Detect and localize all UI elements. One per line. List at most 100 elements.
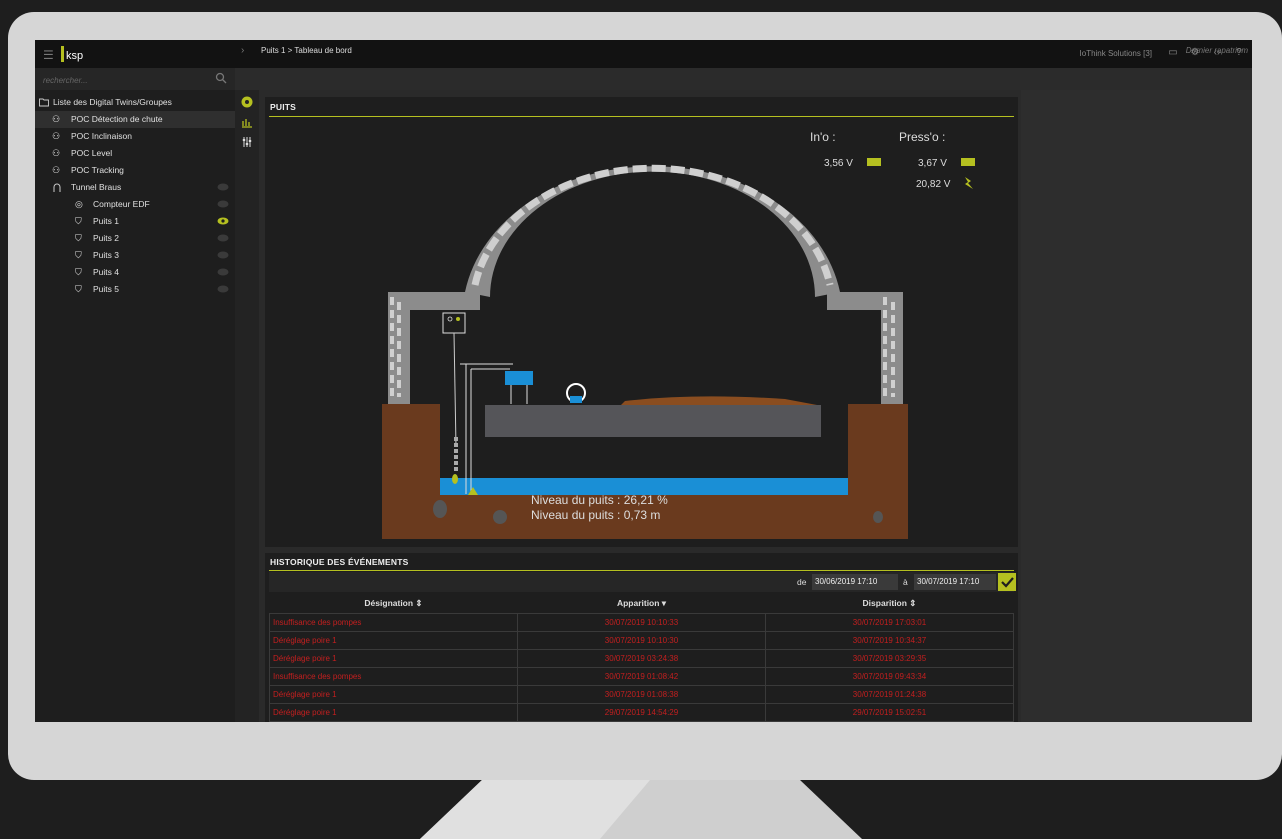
well-icon: ⛉ [75,267,82,277]
events-table: Désignation ⇕ Apparition ▾ Disparition ⇕… [269,593,1014,722]
event-apparition: 30/07/2019 01:08:38 [517,685,766,704]
presso-voltage: 3,67 V [918,158,947,169]
dashboard-icon[interactable] [241,96,253,108]
date-from-input[interactable]: 30/06/2019 17:10 [812,574,898,590]
event-apparition: 30/07/2019 01:08:42 [517,667,766,686]
level-meters-text: Niveau du puits : 0,73 m [531,508,660,522]
sidebar-item-label: POC Détection de chute [71,114,163,124]
tree-root[interactable]: Liste des Digital Twins/Groupes [35,94,235,111]
eye-icon[interactable] [217,251,229,259]
table-row[interactable]: Déréglage poire 1 30/07/2019 10:10:30 30… [269,631,1014,650]
event-disparition: 30/07/2019 17:03:01 [765,613,1014,632]
sidebar-item-label: Puits 1 [93,216,119,226]
event-designation: Insuffisance des pompes [269,613,518,632]
sidebar-item-label: Tunnel Braus [71,182,122,192]
meter-icon: ◎ [75,199,83,209]
chart-icon[interactable] [241,116,253,128]
well-icon: ⛉ [75,284,82,294]
eye-active-icon[interactable] [217,217,229,225]
date-to-label: à [903,577,908,587]
presso-power: 20,82 V [916,179,951,190]
sidebar-item-label: POC Tracking [71,165,124,175]
table-row[interactable]: Déréglage poire 1 30/07/2019 03:24:38 30… [269,649,1014,668]
right-pane [1021,90,1252,722]
column-disparition[interactable]: Disparition ⇕ [765,593,1014,614]
sidebar: Liste des Digital Twins/Groupes ⚇ POC Dé… [35,90,235,722]
date-filter-bar: de 30/06/2019 17:10 à 30/07/2019 17:10 [269,572,1016,592]
view-rail [235,90,259,722]
sidebar-item-compteur-edf[interactable]: ◎ Compteur EDF [35,196,235,213]
group-icon: ⚇ [52,148,61,158]
svg-text:ksp: ksp [66,50,83,62]
inio-label: In'o : [810,130,836,144]
organization-label[interactable]: IoThink Solutions [3] [1080,49,1152,58]
sidebar-item-label: POC Level [71,148,113,158]
search-icon[interactable] [215,72,227,84]
event-apparition: 30/07/2019 03:24:38 [517,649,766,668]
eye-icon[interactable] [217,268,229,276]
sidebar-item-tunnel-braus[interactable]: Tunnel Braus [35,179,235,196]
column-designation[interactable]: Désignation ⇕ [269,593,518,614]
sidebar-item-label: Puits 2 [93,233,119,243]
event-designation: Déréglage poire 1 [269,649,518,668]
sidebar-item-puits-5[interactable]: ⛉ Puits 5 [35,281,235,298]
date-to-input[interactable]: 30/07/2019 17:10 [914,574,996,590]
apply-filter-button[interactable] [998,573,1016,591]
event-disparition: 29/07/2019 15:02:51 [765,703,1014,722]
tunnel-arch [388,164,903,404]
level-percent-text: Niveau du puits : 26,21 % [531,493,668,507]
sidebar-item-poc-tracking[interactable]: ⚇ POC Tracking [35,162,235,179]
event-designation: Déréglage poire 1 [269,703,518,722]
puits-panel: PUITS In'o: Press'o: 3,56 V 3,67 V 20,… [265,97,1018,547]
event-designation: Déréglage poire 1 [269,631,518,650]
history-panel: HISTORIQUE DES ÉVÉNEMENTS de 30/06/2019 … [265,553,1018,722]
event-disparition: 30/07/2019 09:43:34 [765,667,1014,686]
table-row[interactable]: Insuffisance des pompes 30/07/2019 01:08… [269,667,1014,686]
sidebar-item-puits-1[interactable]: ⛉ Puits 1 [35,213,235,230]
event-apparition: 29/07/2019 14:54:29 [517,703,766,722]
sidebar-item-puits-4[interactable]: ⛉ Puits 4 [35,264,235,281]
power-plug-icon [965,177,973,189]
top-bar: ☰ ksp IoThink Solutions [3] ▭ ⚙ ‹› ? [35,40,1252,68]
inio-voltage: 3,56 V [824,158,853,169]
settings-sliders-icon[interactable] [241,136,253,148]
sidebar-item-label: Puits 5 [93,284,119,294]
event-disparition: 30/07/2019 03:29:35 [765,649,1014,668]
search-input[interactable] [41,72,215,88]
column-apparition[interactable]: Apparition ▾ [517,593,766,614]
event-disparition: 30/07/2019 10:34:37 [765,631,1014,650]
table-row[interactable]: Insuffisance des pompes 30/07/2019 10:10… [269,613,1014,632]
folder-icon [39,98,49,107]
menu-icon[interactable]: ☰ [43,48,54,62]
sidebar-item-poc-detection[interactable]: ⚇ POC Détection de chute [35,111,235,128]
screen: ☰ ksp IoThink Solutions [3] ▭ ⚙ ‹› ? › P… [35,40,1252,722]
eye-icon[interactable] [217,183,229,191]
sidebar-item-label: POC Inclinaison [71,131,132,141]
well-equipment [442,312,586,495]
event-apparition: 30/07/2019 10:10:33 [517,613,766,632]
chevron-right-icon[interactable]: › [241,45,244,56]
sidebar-item-poc-inclinaison[interactable]: ⚇ POC Inclinaison [35,128,235,145]
sidebar-item-puits-2[interactable]: ⛉ Puits 2 [35,230,235,247]
eye-icon[interactable] [217,200,229,208]
table-row[interactable]: Déréglage poire 1 29/07/2019 14:54:29 29… [269,703,1014,722]
monitor-icon[interactable]: ▭ [1166,46,1180,60]
group-icon: ⚇ [52,165,61,175]
eye-icon[interactable] [217,285,229,293]
sidebar-item-puits-3[interactable]: ⛉ Puits 3 [35,247,235,264]
sidebar-item-label: Puits 4 [93,267,119,277]
event-designation: Insuffisance des pompes [269,667,518,686]
date-from-label: de [797,577,807,587]
well-icon: ⛉ [75,216,82,226]
history-title: HISTORIQUE DES ÉVÉNEMENTS [270,557,409,567]
table-row[interactable]: Déréglage poire 1 30/07/2019 01:08:38 30… [269,685,1014,704]
battery-icon [961,158,975,166]
tunnel-icon [53,183,61,192]
eye-icon[interactable] [217,234,229,242]
well-icon: ⛉ [75,250,82,260]
breadcrumb: Puits 1 > Tableau de bord [261,46,352,55]
well-scene: In'o : Press'o : 3,56 V 3,67 V 20,82 V N… [382,130,975,539]
sidebar-item-poc-level[interactable]: ⚇ POC Level [35,145,235,162]
well-icon: ⛉ [75,233,82,243]
group-icon: ⚇ [52,114,61,124]
